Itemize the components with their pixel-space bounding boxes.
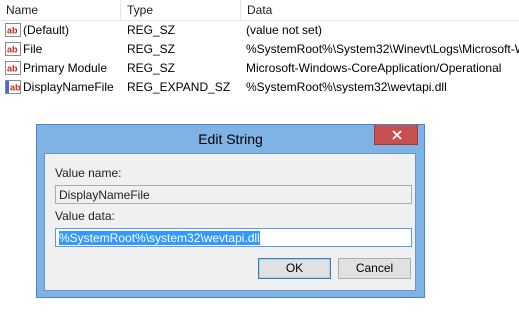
column-header-data[interactable]: Data [241, 0, 519, 20]
column-header-type[interactable]: Type [121, 0, 241, 20]
svg-text:ab: ab [7, 64, 18, 74]
list-row[interactable]: ab Primary Module REG_SZ Microsoft-Windo… [0, 59, 519, 78]
row-data: (value not set) [246, 23, 323, 37]
string-value-icon: ab [5, 23, 21, 37]
svg-text:ab: ab [7, 26, 18, 36]
svg-text:ab: ab [10, 83, 21, 93]
registry-value-list: Name Type Data ab (Default) REG_SZ (valu… [0, 0, 519, 100]
value-name-label: Value name: [55, 166, 122, 180]
value-data-label: Value data: [55, 209, 115, 223]
row-data: %SystemRoot%\system32\wevtapi.dll [246, 80, 447, 94]
row-data: %SystemRoot%\System32\Winevt\Logs\Micros… [246, 42, 519, 56]
row-data: Microsoft-Windows-CoreApplication/Operat… [246, 61, 502, 75]
row-type: REG_EXPAND_SZ [127, 80, 231, 94]
value-data-selected-text: %SystemRoot%\system32\wevtapi.dll [59, 231, 260, 245]
string-value-icon: ab [5, 61, 21, 75]
list-row[interactable]: ab DisplayNameFile REG_EXPAND_SZ %System… [0, 78, 519, 97]
row-name: File [23, 42, 43, 56]
svg-text:ab: ab [7, 45, 18, 55]
row-type: REG_SZ [127, 42, 176, 56]
edit-string-dialog: Edit String Value name: DisplayNameFile … [36, 124, 425, 298]
row-name: (Default) [23, 23, 70, 37]
string-value-icon: ab [5, 80, 21, 94]
list-row[interactable]: ab File REG_SZ %SystemRoot%\System32\Win… [0, 40, 519, 59]
list-header: Name Type Data [0, 0, 519, 20]
row-type: REG_SZ [127, 23, 176, 37]
close-button[interactable] [374, 125, 418, 145]
row-name: DisplayNameFile [23, 80, 114, 94]
row-type: REG_SZ [127, 61, 176, 75]
dialog-body: Value name: DisplayNameFile Value data: … [44, 153, 416, 291]
cancel-button[interactable]: Cancel [338, 258, 411, 279]
row-name: Primary Module [23, 61, 108, 75]
string-value-icon: ab [5, 42, 21, 56]
dialog-titlebar[interactable]: Edit String [37, 125, 424, 152]
dialog-title: Edit String [198, 131, 263, 147]
list-row[interactable]: ab (Default) REG_SZ (value not set) [0, 21, 519, 40]
ok-button[interactable]: OK [258, 258, 331, 279]
value-data-input[interactable]: %SystemRoot%\system32\wevtapi.dll [55, 228, 412, 247]
column-header-name[interactable]: Name [0, 0, 121, 20]
value-name-field: DisplayNameFile [55, 185, 412, 204]
